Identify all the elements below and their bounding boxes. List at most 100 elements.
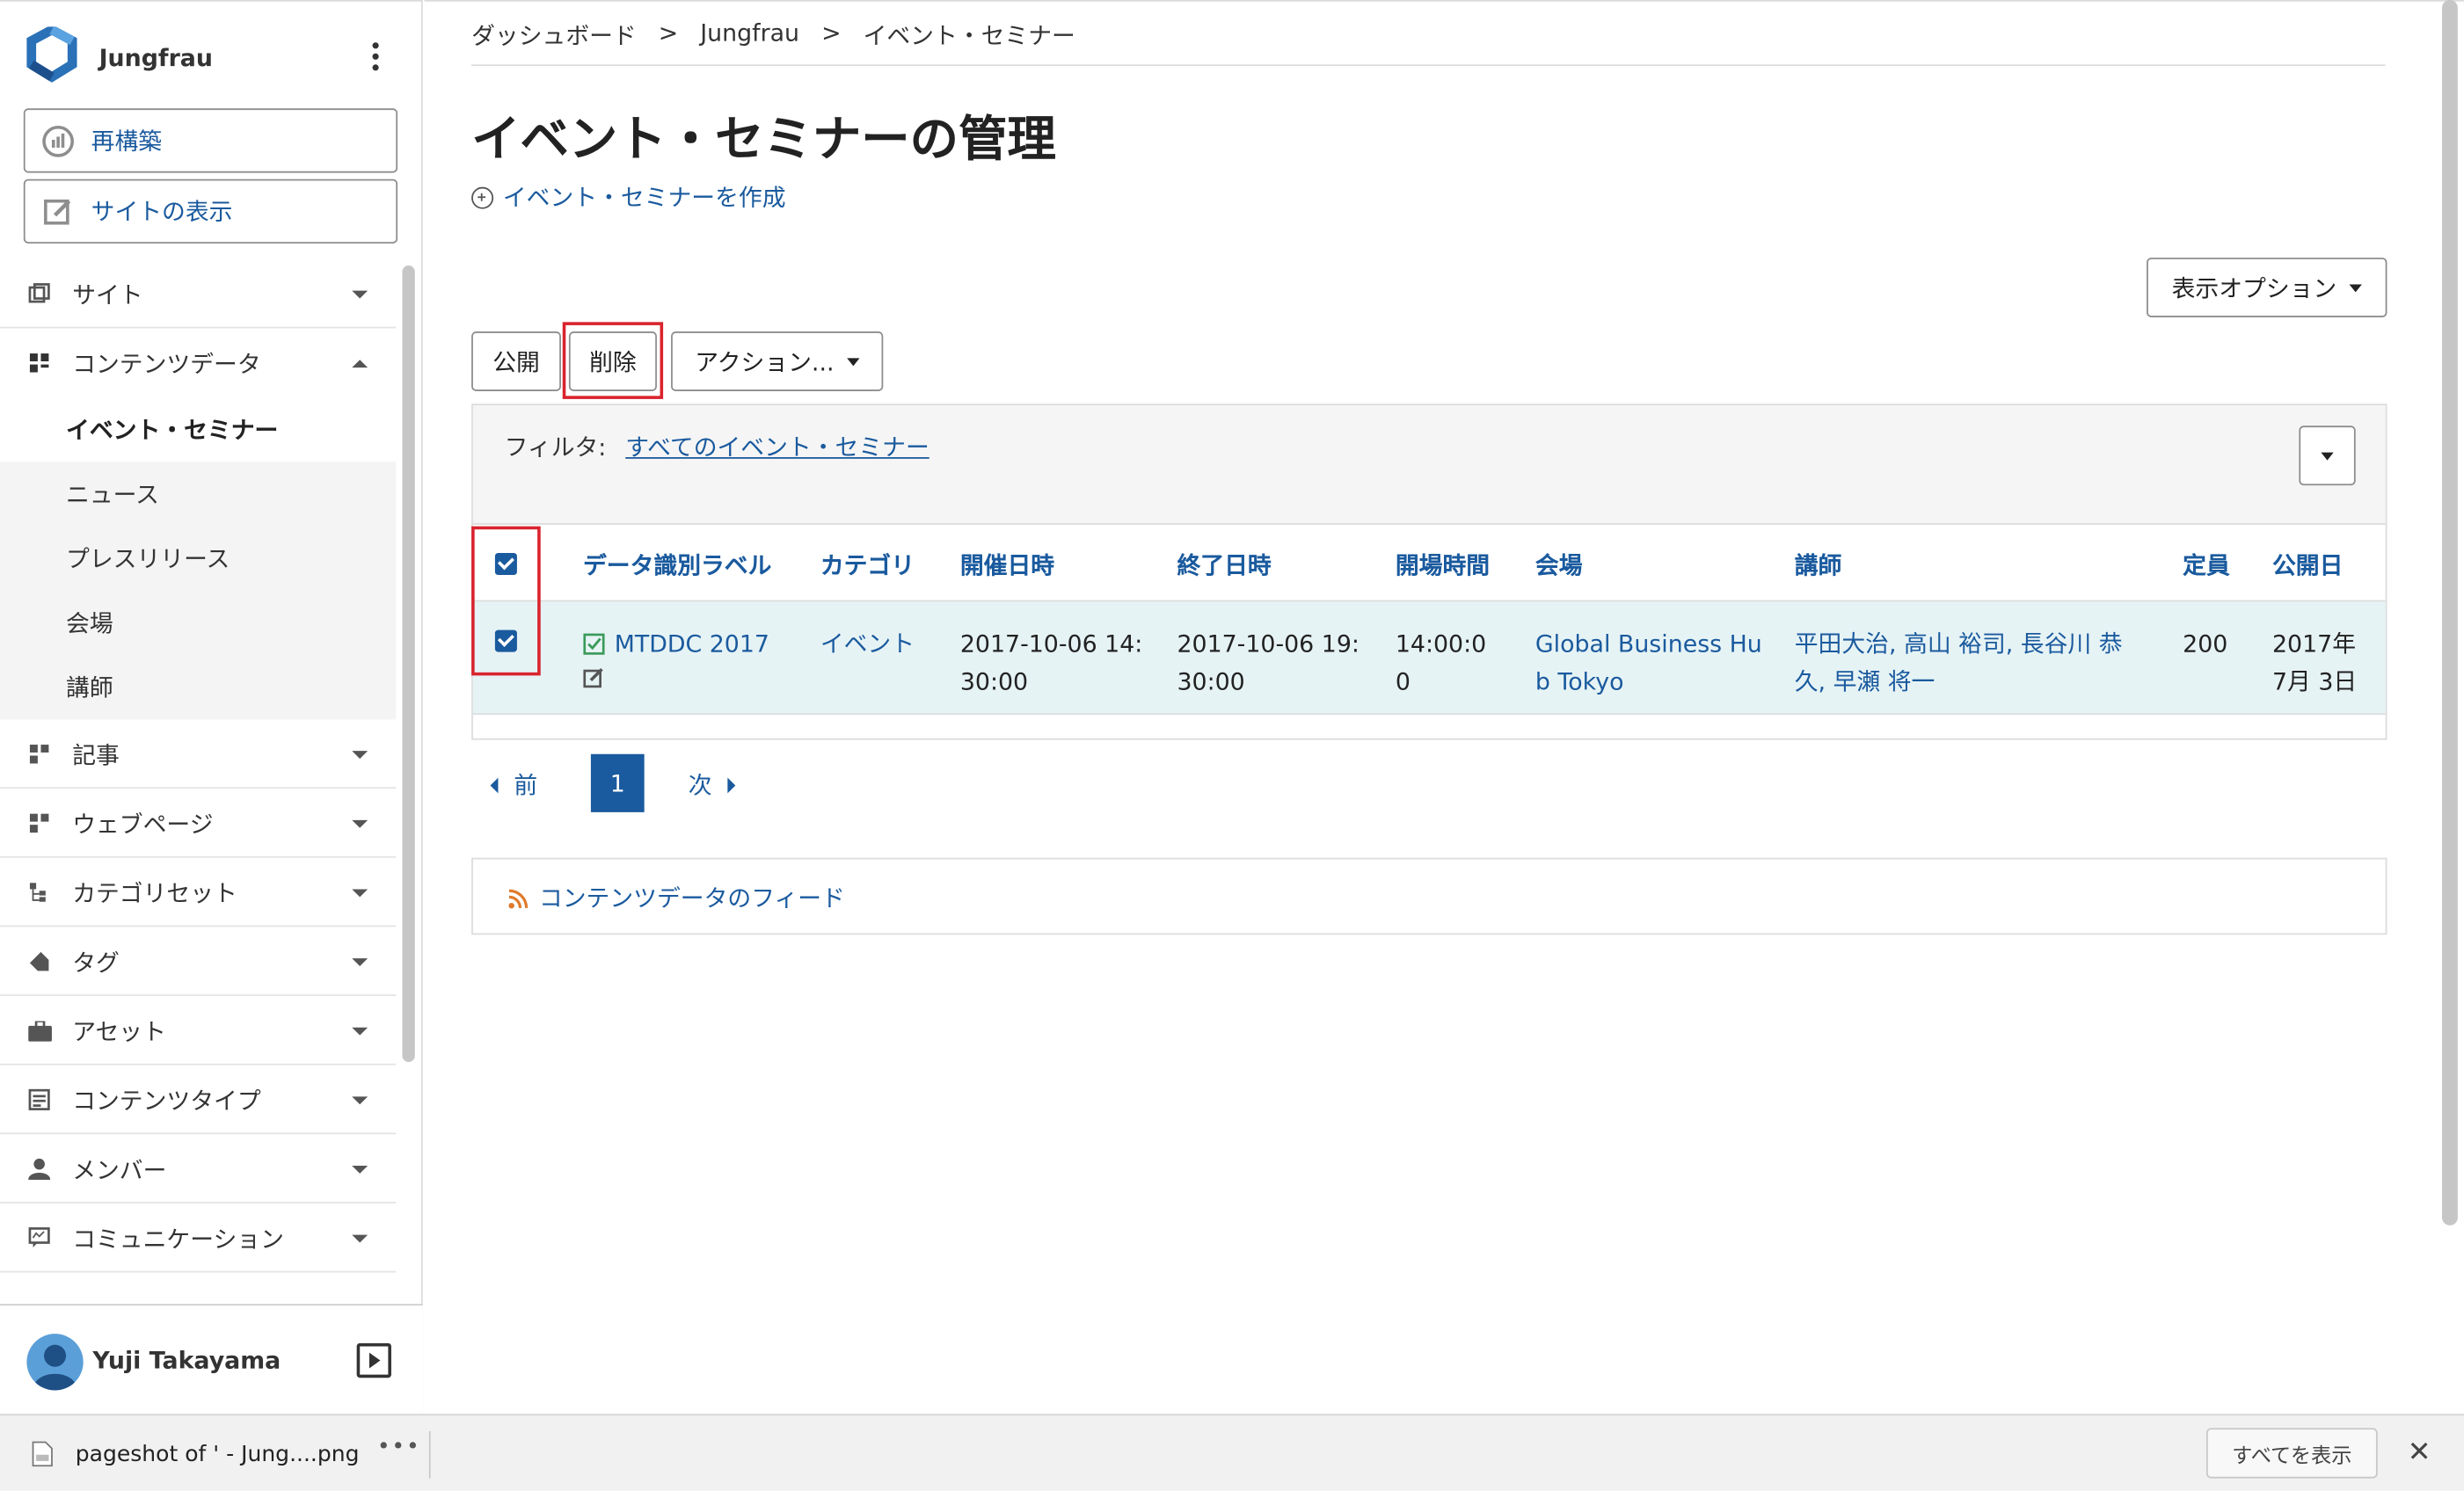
cell-venue[interactable]: Global Business Hu b Tokyo [1535, 625, 1762, 701]
tag-icon [26, 949, 52, 974]
column-header-end[interactable]: 終了日時 [1177, 549, 1271, 582]
content-listing: フィルタ: すべてのイベント・セミナー データ識別ラベル カテゴリ 開催日時 終… [471, 404, 2387, 740]
column-header-speaker[interactable]: 講師 [1795, 549, 1842, 582]
sidebar-item-sites[interactable]: サイト [0, 259, 397, 329]
page-scrollbar[interactable] [2441, 0, 2458, 1226]
close-icon[interactable]: ✕ [2408, 1436, 2431, 1469]
sidebar-item-category-set[interactable]: カテゴリセット [0, 858, 397, 927]
prev-page-label: 前 [514, 771, 538, 800]
column-header-label[interactable]: データ識別ラベル [583, 549, 771, 582]
chevron-down-icon[interactable] [352, 889, 368, 898]
sidebar: Jungfrau 再構築 サイトの表示 サイト コンテンツデータ イベント・セミ… [0, 0, 423, 1416]
cell-category: イベント [820, 625, 915, 663]
rebuild-label: 再構築 [91, 127, 163, 156]
pages-icon [26, 811, 52, 836]
column-header-capacity[interactable]: 定員 [2183, 549, 2230, 582]
column-header-category[interactable]: カテゴリ [820, 549, 915, 582]
sidebar-item-label: コミュニケーション [72, 1225, 284, 1255]
chevron-down-icon[interactable] [352, 290, 368, 299]
cell-line: 2017-10-06 19: [1177, 629, 1360, 658]
current-page[interactable]: 1 [590, 753, 645, 812]
user-name[interactable]: Yuji Takayama [92, 1346, 281, 1374]
site-name[interactable]: Jungfrau [99, 44, 213, 72]
column-header-venue[interactable]: 会場 [1535, 549, 1583, 582]
breadcrumb-site[interactable]: Jungfrau [700, 18, 799, 52]
caret-down-icon [2349, 283, 2362, 292]
rebuild-icon [40, 123, 75, 157]
filter-toggle-button[interactable] [2299, 425, 2356, 486]
column-header-start[interactable]: 開催日時 [960, 549, 1054, 582]
breadcrumb-current: イベント・セミナー [863, 22, 1075, 51]
sidebar-item-asset[interactable]: アセット [0, 996, 397, 1066]
sidebar-item-content-data[interactable]: コンテンツデータ [0, 328, 396, 397]
publish-button[interactable]: 公開 [471, 331, 561, 391]
breadcrumb-dashboard[interactable]: ダッシュボード [471, 18, 637, 52]
sidebar-item-tag[interactable]: タグ [0, 927, 397, 996]
sidebar-item-member[interactable]: メンバー [0, 1134, 397, 1204]
kebab-menu-icon[interactable] [360, 36, 391, 76]
avatar[interactable] [26, 1334, 84, 1391]
published-status-icon [583, 633, 605, 655]
main-content: ダッシュボード > Jungfrau > イベント・セミナー イベント・セミナー… [424, 0, 2464, 1414]
download-more-icon[interactable]: ••• [377, 1435, 421, 1460]
edit-square-icon [40, 194, 75, 229]
sidebar-nav: サイト コンテンツデータ イベント・セミナー ニュース プレスリリース 会場 講… [0, 259, 397, 1273]
feed-label: コンテンツデータのフィード [538, 884, 845, 913]
cell-speakers[interactable]: 平田大治, 高山 裕司, 長谷川 恭 久, 早瀬 将一 [1795, 625, 2123, 701]
rebuild-button[interactable]: 再構築 [23, 108, 398, 173]
sidebar-item-entries[interactable]: 記事 [0, 719, 397, 789]
actions-dropdown-button[interactable]: アクション... [671, 331, 884, 391]
category-link[interactable]: イベント [820, 630, 915, 658]
user-menu-toggle-icon[interactable] [356, 1342, 391, 1378]
chevron-up-icon[interactable] [352, 360, 368, 368]
sidebar-item-label: コンテンツデータ [72, 350, 261, 379]
chevron-down-icon[interactable] [352, 1234, 368, 1243]
sidebar-scrollbar[interactable] [402, 265, 415, 1063]
chevron-down-icon[interactable] [352, 1165, 368, 1174]
cell-line: 0 [1395, 667, 1411, 696]
cell-line: 14:00:0 [1395, 629, 1487, 658]
cell-line: 久, 早瀬 将一 [1794, 667, 1935, 696]
edit-icon[interactable] [583, 667, 605, 689]
chevron-down-icon[interactable] [352, 819, 368, 828]
sidebar-subitem-venue[interactable]: 会場 [0, 591, 396, 655]
show-all-downloads-button[interactable]: すべてを表示 [2205, 1428, 2378, 1479]
column-header-published[interactable]: 公開日 [2272, 549, 2343, 582]
sidebar-item-label: タグ [72, 949, 120, 978]
sidebar-subitem-event-seminar[interactable]: イベント・セミナー [0, 397, 397, 462]
feed-link[interactable]: コンテンツデータのフィード [507, 882, 845, 915]
member-icon [26, 1156, 52, 1182]
chevron-down-icon[interactable] [352, 958, 368, 967]
sidebar-item-communication[interactable]: コミュニケーション [0, 1204, 397, 1273]
create-content-label: イベント・セミナーを作成 [502, 184, 786, 213]
row-title-link[interactable]: MTDDC 2017 [615, 625, 769, 663]
checkbox-highlight-frame [471, 526, 541, 676]
sidebar-subitem-speaker[interactable]: 講師 [0, 655, 396, 719]
cell-published-date: 2017年 7月 3日 [2272, 625, 2357, 701]
download-item[interactable]: pageshot of ' - Jung....png [32, 1441, 360, 1467]
chevron-down-icon[interactable] [352, 1096, 368, 1105]
sidebar-subitem-press-release[interactable]: プレスリリース [0, 527, 396, 591]
column-header-open-time[interactable]: 開場時間 [1396, 549, 1490, 582]
view-site-button[interactable]: サイトの表示 [23, 178, 398, 244]
sidebar-item-label: アセット [72, 1017, 166, 1047]
highlight-frame [562, 322, 664, 399]
cell-start-datetime: 2017-10-06 14: 30:00 [960, 625, 1142, 701]
next-page-link[interactable]: 次 [689, 768, 736, 802]
next-page-label: 次 [688, 771, 712, 800]
create-content-link[interactable]: イベント・セミナーを作成 [471, 181, 786, 215]
jungfrau-logo-icon[interactable] [24, 26, 80, 83]
user-panel: Yuji Takayama [0, 1304, 423, 1416]
display-options-button[interactable]: 表示オプション [2147, 258, 2387, 317]
filter-value-link[interactable]: すべてのイベント・セミナー [625, 431, 929, 464]
sidebar-item-label: コンテンツタイプ [72, 1087, 261, 1116]
prev-page-link[interactable]: 前 [490, 768, 538, 802]
sidebar-item-content-type[interactable]: コンテンツタイプ [0, 1066, 397, 1135]
cell-line: 30:00 [1177, 667, 1245, 696]
png-file-icon [32, 1441, 53, 1467]
sidebar-item-pages[interactable]: ウェブページ [0, 789, 397, 858]
chevron-down-icon[interactable] [352, 1027, 368, 1036]
communication-icon [26, 1226, 52, 1251]
chevron-down-icon[interactable] [352, 751, 368, 760]
sidebar-subitem-news[interactable]: ニュース [0, 462, 396, 526]
